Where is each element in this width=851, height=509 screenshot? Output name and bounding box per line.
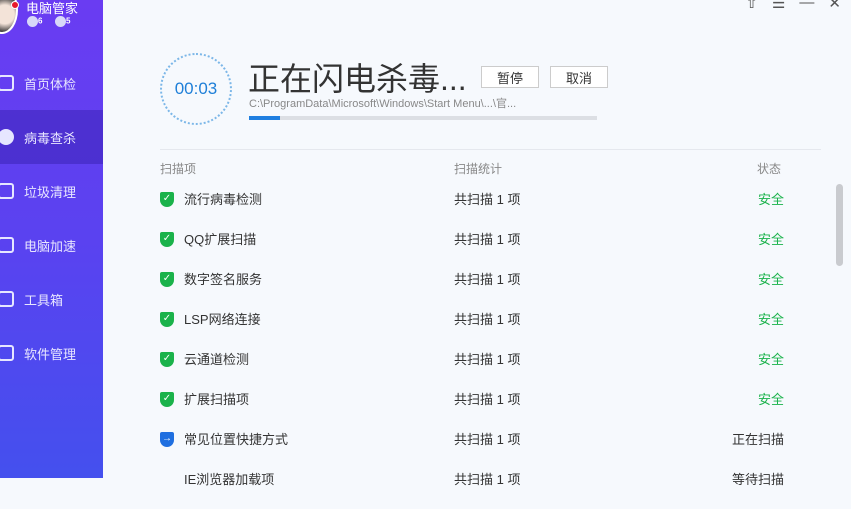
badge-2[interactable]: 5 xyxy=(55,16,70,27)
scan-item-name: LSP网络连接 xyxy=(184,312,261,327)
scan-item-status: 安全 xyxy=(757,392,784,407)
scan-item-count: 共扫描 1 项 xyxy=(454,272,521,287)
sidebar-item-label: 首页体检 xyxy=(24,76,77,92)
scan-item-status: 安全 xyxy=(757,352,784,367)
scan-item-status: 安全 xyxy=(757,312,784,327)
coin-icon xyxy=(55,16,66,27)
sidebar-item-1[interactable]: 病毒查杀 xyxy=(0,110,103,164)
scan-item-status: 安全 xyxy=(757,192,784,207)
scan-item-name: 扩展扫描项 xyxy=(184,392,250,407)
shield-check-icon: ✓ xyxy=(160,192,174,207)
table-row: IE浏览器加载项 共扫描 1 项 等待扫描 xyxy=(0,469,851,509)
shield-check-icon: ✓ xyxy=(160,352,174,367)
lightning-icon xyxy=(0,129,14,145)
app-name: 电脑管家 xyxy=(26,1,79,16)
shield-check-icon: ✓ xyxy=(160,272,174,287)
scan-item-status: 安全 xyxy=(757,232,784,247)
scan-path: C:\ProgramData\Microsoft\Windows\Start M… xyxy=(249,98,517,110)
table-row: ✓ 云通道检测 共扫描 1 项 安全 xyxy=(0,349,851,389)
sidebar-item-label: 病毒查杀 xyxy=(24,130,77,146)
scan-item-status: 等待扫描 xyxy=(731,472,784,487)
shield-check-icon: ✓ xyxy=(160,232,174,247)
scan-item-count: 共扫描 1 项 xyxy=(454,312,521,327)
scan-item-name: IE浏览器加载项 xyxy=(184,472,275,487)
close-icon[interactable]: ✕ xyxy=(828,0,841,12)
header-item: 扫描项 xyxy=(160,162,197,176)
scan-timer: 00:03 xyxy=(160,53,232,125)
scrollbar[interactable] xyxy=(836,184,843,266)
table-row: → 常见位置快捷方式 共扫描 1 项 正在扫描 xyxy=(0,429,851,469)
notification-dot xyxy=(11,1,19,9)
scan-item-count: 共扫描 1 项 xyxy=(454,472,521,487)
coin-icon xyxy=(27,16,38,27)
shield-check-icon: ✓ xyxy=(160,312,174,327)
scan-item-status: 正在扫描 xyxy=(731,432,784,447)
table-row: ✓ 数字签名服务 共扫描 1 项 安全 xyxy=(0,269,851,309)
monitor-icon xyxy=(0,75,14,91)
scan-item-count: 共扫描 1 项 xyxy=(454,392,521,407)
window-controls: ⇧ ☰ — ✕ xyxy=(745,0,841,12)
scan-item-count: 共扫描 1 项 xyxy=(454,192,521,207)
shield-check-icon: ✓ xyxy=(160,392,174,407)
scan-item-name: 数字签名服务 xyxy=(184,272,263,287)
minimize-icon[interactable]: — xyxy=(799,0,814,12)
scan-item-name: 常见位置快捷方式 xyxy=(184,432,289,447)
scan-item-name: 流行病毒检测 xyxy=(184,192,263,207)
scan-progress-bar xyxy=(249,116,597,120)
badge-1[interactable]: 6 xyxy=(27,16,42,27)
cancel-button[interactable]: 取消 xyxy=(550,66,608,88)
scan-item-count: 共扫描 1 项 xyxy=(454,432,521,447)
scan-item-status: 安全 xyxy=(757,272,784,287)
divider xyxy=(160,149,821,150)
table-row: ✓ 流行病毒检测 共扫描 1 项 安全 xyxy=(0,189,851,229)
badge-count: 5 xyxy=(66,16,71,26)
progress-fill xyxy=(249,116,281,120)
shield-arrow-icon: → xyxy=(160,432,174,447)
header-status: 状态 xyxy=(756,162,781,176)
scan-item-count: 共扫描 1 项 xyxy=(454,352,521,367)
sidebar-item-0[interactable]: 首页体检 xyxy=(0,56,103,110)
scan-item-name: 云通道检测 xyxy=(184,352,250,367)
header-stats: 扫描统计 xyxy=(454,162,503,176)
menu-icon[interactable]: ☰ xyxy=(772,0,785,12)
scan-title: 正在闪电杀毒... xyxy=(248,61,467,97)
skin-icon[interactable]: ⇧ xyxy=(745,0,758,12)
pause-button[interactable]: 暂停 xyxy=(481,66,539,88)
table-row: ✓ LSP网络连接 共扫描 1 项 安全 xyxy=(0,309,851,349)
table-row: ✓ QQ扩展扫描 共扫描 1 项 安全 xyxy=(0,229,851,269)
table-row: ✓ 扩展扫描项 共扫描 1 项 安全 xyxy=(0,389,851,429)
scan-item-name: QQ扩展扫描 xyxy=(184,232,257,247)
scan-item-count: 共扫描 1 项 xyxy=(454,232,521,247)
badge-count: 6 xyxy=(38,16,43,26)
